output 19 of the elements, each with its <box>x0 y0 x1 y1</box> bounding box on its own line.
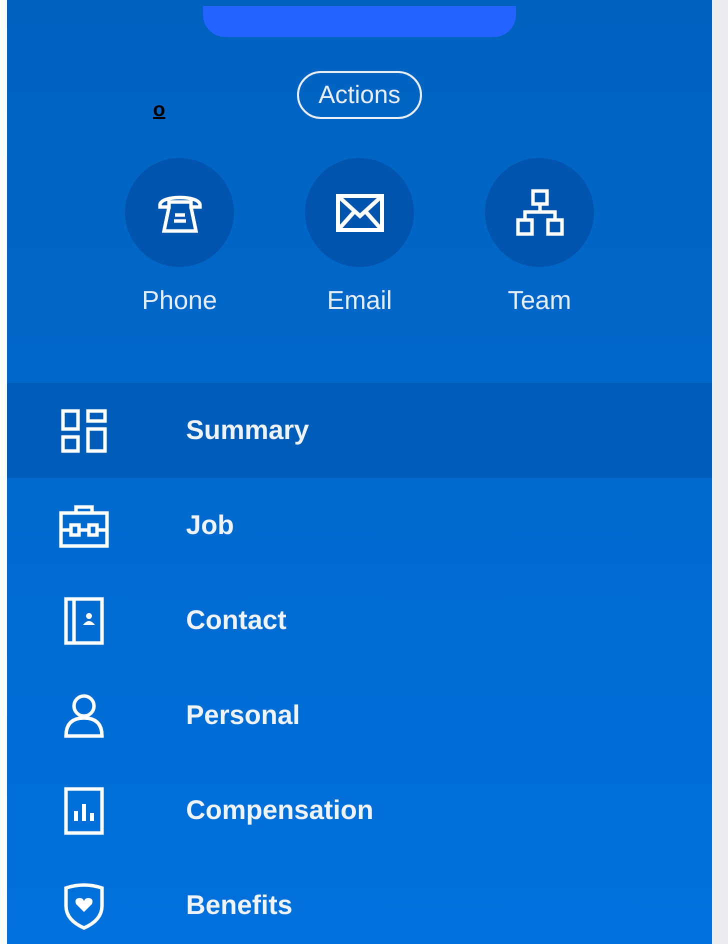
nav-item[interactable]: Contact <box>7 573 712 668</box>
nav-item[interactable]: Job <box>7 478 712 573</box>
briefcase-icon <box>59 504 109 548</box>
actions-button[interactable]: Actions <box>296 71 422 119</box>
action-label: Phone <box>142 285 218 316</box>
nav-item[interactable]: Personal <box>7 668 712 763</box>
nav-item[interactable]: Summary <box>7 383 712 478</box>
nav-item[interactable]: Benefits <box>7 858 712 944</box>
action-label: Team <box>508 285 572 316</box>
contact-book-icon <box>64 596 104 644</box>
chart-report-icon <box>64 786 104 834</box>
org-chart-icon <box>516 188 564 236</box>
action-label: Email <box>326 285 392 316</box>
person-icon <box>63 694 105 738</box>
dashboard-icon <box>61 408 107 452</box>
marker-text: o <box>153 99 166 121</box>
shield-heart-icon <box>64 882 104 930</box>
envelope-icon <box>336 194 384 232</box>
nav-item[interactable]: Compensation <box>7 763 712 858</box>
